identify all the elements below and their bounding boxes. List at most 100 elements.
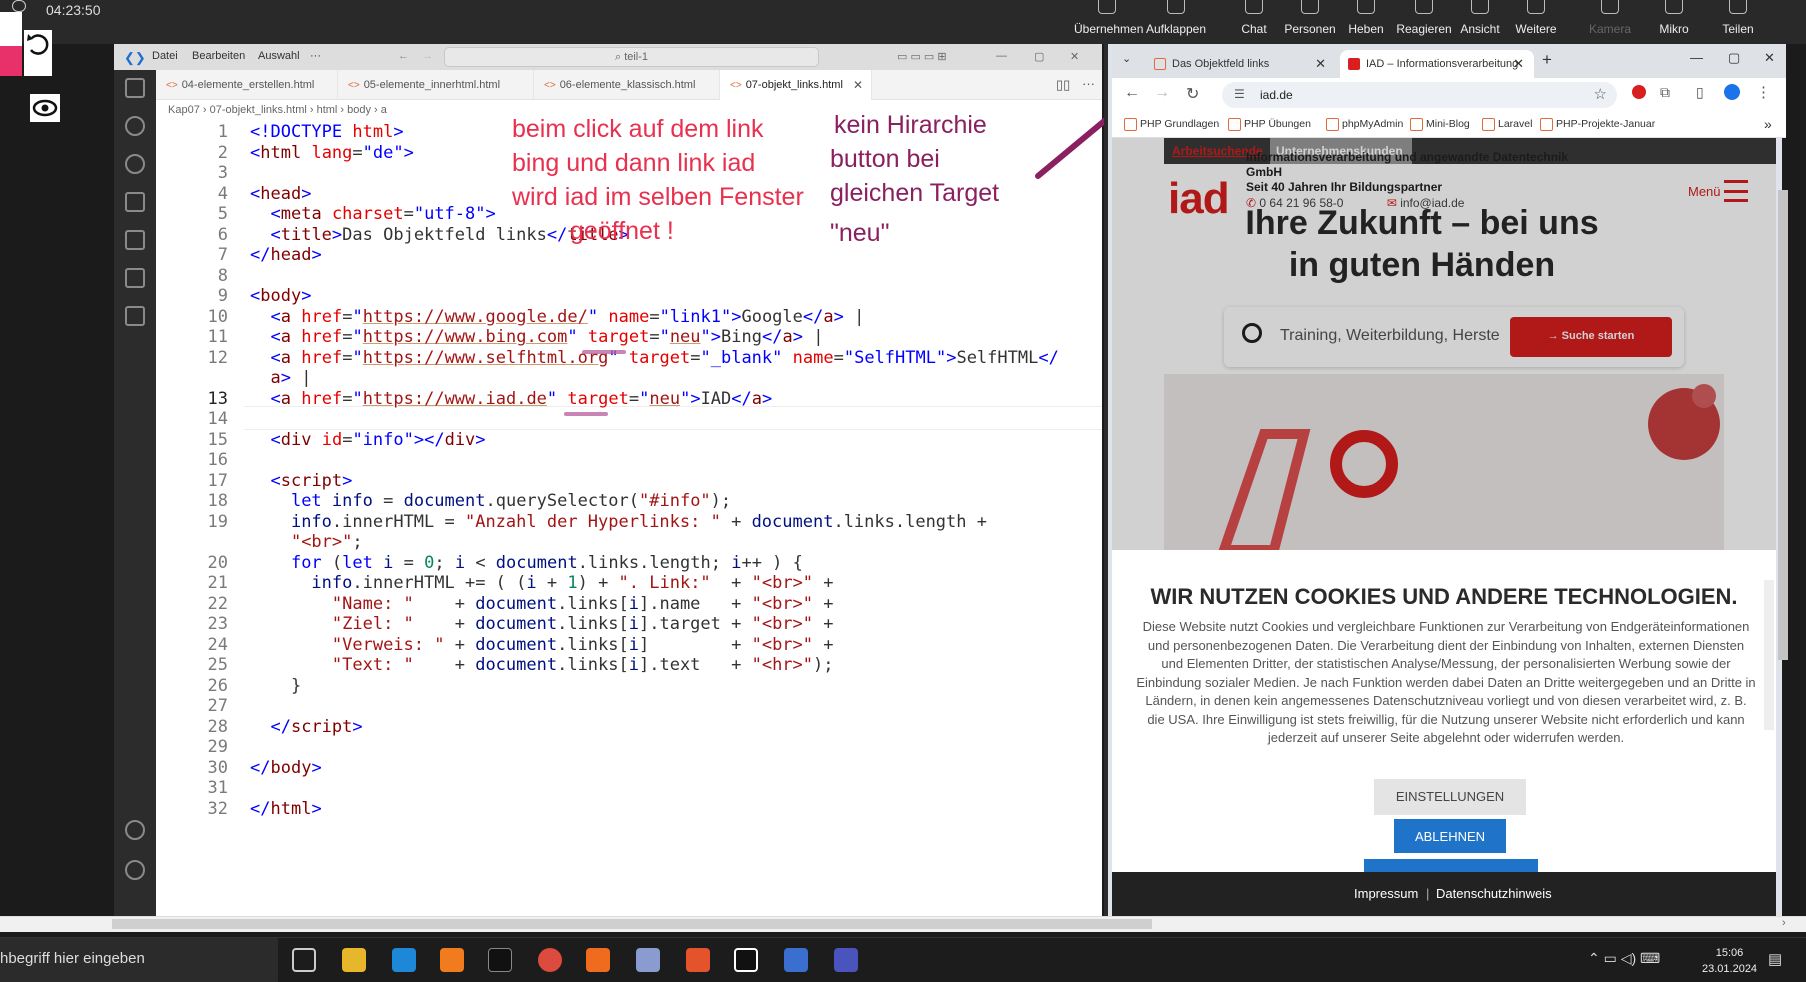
teams-icon[interactable] xyxy=(834,948,858,972)
xampp-icon[interactable] xyxy=(586,948,610,972)
clock[interactable]: 15:06 23.01.2024 xyxy=(1702,945,1757,977)
bookmark-item[interactable]: PHP-Projekte-Januar xyxy=(1540,118,1655,131)
gear-icon[interactable] xyxy=(125,860,145,880)
menu-datei[interactable]: Datei xyxy=(152,50,178,62)
address-bar[interactable]: ☰ iad.de ☆ xyxy=(1222,82,1617,108)
maximize-icon[interactable]: ▢ xyxy=(1034,50,1044,63)
notification-icon[interactable]: ▤ xyxy=(1768,950,1782,968)
line-number: 19 xyxy=(207,511,228,532)
sidepanel-icon[interactable]: ▯ xyxy=(1696,84,1704,101)
tab-05[interactable]: <> 05-elemente_innerhtml.html xyxy=(338,70,534,100)
tab-06[interactable]: <> 06-elemente_klassisch.html xyxy=(534,70,720,100)
chrome-icon[interactable] xyxy=(538,948,562,972)
tab-04[interactable]: <> 04-elemente_erstellen.html xyxy=(156,70,338,100)
tray-icons[interactable]: ⌃ ▭ ◁) ⌨ xyxy=(1588,950,1660,967)
reload-icon[interactable]: ↻ xyxy=(1186,84,1199,104)
expand-button[interactable]: Aufklappen xyxy=(1144,0,1208,44)
taskbar-search[interactable]: hbegriff hier eingeben xyxy=(0,938,278,982)
close-tab-icon[interactable]: ✕ xyxy=(1513,56,1524,72)
folder-icon[interactable] xyxy=(125,268,145,288)
file-explorer-icon[interactable] xyxy=(342,948,366,972)
scroll-thumb[interactable] xyxy=(112,919,1152,929)
back-icon[interactable]: ← xyxy=(1124,84,1140,102)
maximize-icon[interactable]: ▢ xyxy=(1728,50,1740,66)
close-tab-icon[interactable]: ✕ xyxy=(1315,56,1326,72)
line-number: 3 xyxy=(217,163,228,183)
camera-icon xyxy=(1601,0,1619,14)
store-icon[interactable] xyxy=(392,948,416,972)
menu-more[interactable]: ··· xyxy=(310,50,321,62)
minimize-icon[interactable]: — xyxy=(996,50,1007,62)
code-line: <a href="https://www.selfhtml.org" targe… xyxy=(270,347,1059,368)
extensions-icon[interactable] xyxy=(125,230,145,250)
scroll-right-icon[interactable]: › xyxy=(1782,917,1786,929)
new-tab-icon[interactable]: + xyxy=(1542,50,1552,70)
task-view-icon[interactable] xyxy=(292,948,316,972)
document-icon[interactable] xyxy=(0,12,22,46)
settings-button[interactable]: EINSTELLUNGEN xyxy=(1374,779,1526,815)
camera-button[interactable]: Kamera xyxy=(1580,0,1640,44)
terminal-icon[interactable] xyxy=(488,948,512,972)
bookmark-star-icon[interactable]: ☆ xyxy=(1594,85,1607,103)
command-center[interactable]: ⌕ teil-1 xyxy=(444,47,819,67)
pen-icon[interactable] xyxy=(0,46,22,76)
forward-icon[interactable]: → xyxy=(1154,84,1170,102)
bookmark-item[interactable]: Mini-Blog xyxy=(1410,118,1470,131)
cookie-scrollbar[interactable] xyxy=(1764,580,1774,730)
people-button[interactable]: Personen xyxy=(1282,0,1338,44)
menu-auswahl[interactable]: Auswahl xyxy=(258,50,300,62)
tab-search-icon[interactable]: ⌄ xyxy=(1122,52,1131,65)
mic-button[interactable]: Mikro xyxy=(1648,0,1700,44)
run-debug-icon[interactable] xyxy=(125,192,145,212)
undo-icon[interactable] xyxy=(24,30,52,76)
layout-icons[interactable]: ▭ ▭ ▭ ⊞ xyxy=(897,50,947,63)
source-control-icon[interactable] xyxy=(125,154,145,174)
search-icon[interactable] xyxy=(125,116,145,136)
bookmark-item[interactable]: phpMyAdmin xyxy=(1326,118,1403,131)
close-icon[interactable]: ✕ xyxy=(1070,50,1079,63)
app-icon[interactable] xyxy=(440,948,464,972)
smartboard-icon[interactable] xyxy=(734,948,758,972)
bookmark-item[interactable]: PHP Grundlagen xyxy=(1124,118,1219,131)
share-button[interactable]: Teilen xyxy=(1712,0,1764,44)
horizontal-scrollbar[interactable]: › xyxy=(0,916,1806,932)
more-button[interactable]: Weitere xyxy=(1508,0,1564,44)
line-number: 27 xyxy=(207,696,228,716)
extension-icon[interactable] xyxy=(1632,85,1646,99)
site-info-icon[interactable]: ☰ xyxy=(1234,87,1245,101)
app-icon[interactable] xyxy=(636,948,660,972)
code-area[interactable]: 1 2 3 4 5 6 7 8 9 10 11 12 13 14 15 16 17 18 19 20 21 22 23 24 2… xyxy=(156,111,1102,916)
brave-icon[interactable] xyxy=(686,948,710,972)
chat-button[interactable]: Chat xyxy=(1232,0,1276,44)
impressum-link[interactable]: Impressum xyxy=(1354,886,1418,901)
back-arrow-icon[interactable]: ← xyxy=(398,50,409,62)
profile-avatar[interactable] xyxy=(1724,84,1740,100)
browser-scrollbar[interactable] xyxy=(1778,190,1788,660)
bookmark-item[interactable]: PHP Übungen xyxy=(1228,118,1311,131)
eye-icon[interactable] xyxy=(30,94,60,122)
remote-desktop-icon[interactable] xyxy=(784,948,808,972)
browser-tab-2[interactable]: IAD – Informationsverarbeitung ✕ xyxy=(1340,50,1534,78)
code-line: </head> xyxy=(250,245,322,265)
puzzle-icon[interactable]: ⧉ xyxy=(1660,84,1670,101)
minimize-icon[interactable]: — xyxy=(1690,50,1703,65)
react-button[interactable]: Reagieren xyxy=(1394,0,1454,44)
close-icon[interactable]: ✕ xyxy=(1764,50,1775,66)
kebab-menu-icon[interactable]: ⋮ xyxy=(1756,83,1771,101)
tab-07[interactable]: <> 07-objekt_links.html ✕ xyxy=(720,70,872,100)
raise-hand-button[interactable]: Heben xyxy=(1344,0,1388,44)
account-icon[interactable] xyxy=(125,820,145,840)
iad-favicon xyxy=(1348,58,1360,70)
bookmarks-overflow-icon[interactable]: » xyxy=(1764,116,1772,132)
forward-arrow-icon[interactable]: → xyxy=(422,50,433,62)
reject-button[interactable]: ABLEHNEN xyxy=(1394,819,1506,853)
take-control-button[interactable]: Übernehmen xyxy=(1074,0,1143,44)
browser-tab-1[interactable]: Das Objektfeld links ✕ xyxy=(1146,50,1336,78)
privacy-link[interactable]: Datenschutzhinweis xyxy=(1436,886,1552,901)
database-icon[interactable] xyxy=(125,306,145,326)
menu-bearbeiten[interactable]: Bearbeiten xyxy=(192,50,245,62)
explorer-icon[interactable] xyxy=(125,78,145,98)
view-button[interactable]: Ansicht xyxy=(1458,0,1502,44)
close-tab-icon[interactable]: ✕ xyxy=(853,78,863,92)
bookmark-item[interactable]: Laravel xyxy=(1482,118,1532,131)
